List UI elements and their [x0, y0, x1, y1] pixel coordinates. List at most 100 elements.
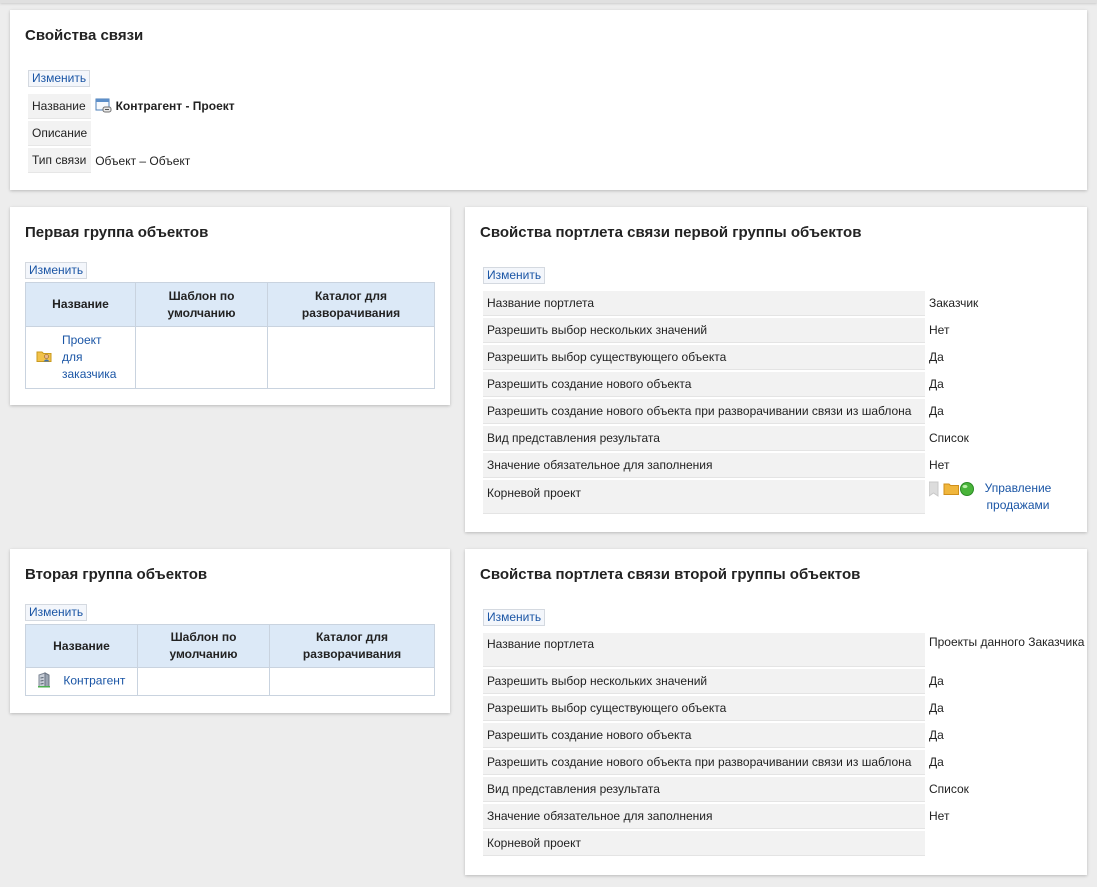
property-value: Да [929, 701, 944, 715]
property-label: Название [28, 94, 92, 119]
name-cell: Проект для заказчика [25, 326, 136, 389]
object-link[interactable]: Проект для заказчика [62, 332, 116, 383]
edit-button[interactable]: Изменить [25, 262, 88, 279]
property-row: Название Контрагент - Проект [28, 94, 237, 119]
table-header-row: Название Шаблон по умолчанию Каталог для… [25, 624, 435, 668]
portlet-properties-table: Название портлета Проекты данного Заказч… [483, 631, 1085, 858]
folder-globe-icon [928, 481, 975, 502]
column-header: Название [25, 624, 138, 668]
property-label: Разрешить выбор нескольких значений [483, 669, 925, 694]
property-row: Разрешить выбор нескольких значений Да [483, 669, 1085, 694]
property-label: Корневой проект [483, 480, 925, 514]
name-cell: Контрагент [25, 667, 138, 696]
property-value [925, 831, 1085, 856]
property-value: Объект – Объект [95, 153, 191, 168]
column-header: Шаблон по умолчанию [137, 624, 270, 668]
column-header: Шаблон по умолчанию [135, 282, 268, 327]
top-bar [0, 0, 1097, 3]
property-row: Вид представления результата Список [483, 426, 1085, 451]
property-value: Список [929, 782, 969, 796]
root-project-link[interactable]: Управление продажами [978, 480, 1058, 514]
property-label: Разрешить создание нового объекта при ра… [483, 399, 925, 424]
building-icon [36, 672, 52, 691]
panel-title: Свойства портлета связи первой группы об… [480, 224, 862, 241]
catalog-cell [267, 326, 435, 389]
property-row: Название портлета Заказчик [483, 291, 1085, 316]
property-value [93, 121, 236, 146]
property-value: Нет [929, 323, 950, 337]
property-label: Тип связи [28, 148, 92, 173]
property-row: Разрешить создание нового объекта Да [483, 372, 1085, 397]
property-value: Список [929, 431, 969, 445]
edit-button[interactable]: Изменить [483, 267, 546, 284]
second-portlet-panel: Свойства портлета связи второй группы об… [465, 549, 1087, 875]
column-header: Название [25, 282, 136, 327]
column-header: Каталог для разворачивания [269, 624, 435, 668]
edit-button[interactable]: Изменить [25, 604, 88, 621]
property-label: Название портлета [483, 633, 925, 667]
property-row: Название портлета Проекты данного Заказч… [483, 633, 1085, 667]
property-row: Разрешить выбор нескольких значений Нет [483, 318, 1085, 343]
property-row: Разрешить создание нового объекта Да [483, 723, 1085, 748]
property-label: Разрешить выбор существующего объекта [483, 345, 925, 370]
property-label: Разрешить создание нового объекта [483, 723, 925, 748]
edit-button[interactable]: Изменить [28, 70, 91, 87]
template-cell [137, 667, 270, 696]
property-label: Разрешить выбор существующего объекта [483, 696, 925, 721]
panel-title: Свойства связи [25, 27, 144, 44]
link-line: заказчика [62, 367, 117, 381]
property-value: Да [929, 350, 944, 364]
property-row: Значение обязательное для заполнения Нет [483, 804, 1085, 829]
property-label: Значение обязательное для заполнения [483, 804, 925, 829]
template-cell [135, 326, 268, 389]
objects-table: Название Шаблон по умолчанию Каталог для… [25, 624, 435, 696]
property-value: Заказчик [929, 296, 979, 310]
property-label: Вид представления результата [483, 777, 925, 802]
link-properties-panel: Свойства связи Изменить Название Контраг… [10, 10, 1087, 190]
property-row: Вид представления результата Список [483, 777, 1085, 802]
property-label: Название портлета [483, 291, 925, 316]
second-group-panel: Вторая группа объектов Изменить Название… [10, 549, 450, 713]
objects-table: Название Шаблон по умолчанию Каталог для… [25, 282, 435, 389]
edit-button[interactable]: Изменить [483, 609, 546, 626]
portlet-properties-table: Название портлета Заказчик Разрешить выбо… [483, 289, 1085, 516]
property-value: Нет [929, 458, 950, 472]
property-value: Контрагент - Проект [93, 94, 236, 119]
property-label: Корневой проект [483, 831, 925, 856]
table-header-row: Название Шаблон по умолчанию Каталог для… [25, 282, 435, 327]
property-value: Управление продажами [925, 480, 1085, 514]
property-value: Да [929, 377, 944, 391]
property-row: Разрешить создание нового объекта при ра… [483, 750, 1085, 775]
object-link[interactable]: Контрагент [63, 674, 125, 688]
property-label: Описание [28, 121, 92, 146]
property-label: Разрешить создание нового объекта [483, 372, 925, 397]
catalog-cell [269, 667, 435, 696]
property-value: Нет [929, 809, 950, 823]
property-row: Разрешить выбор существующего объекта Да [483, 345, 1085, 370]
property-value: Да [929, 728, 944, 742]
property-value: Да [929, 755, 944, 769]
property-row: Значение обязательное для заполнения Нет [483, 453, 1085, 478]
first-group-panel: Первая группа объектов Изменить Название… [10, 207, 450, 405]
property-label: Вид представления результата [483, 426, 925, 451]
property-value: Да [929, 404, 944, 418]
property-row: Описание [28, 121, 237, 146]
property-label: Разрешить выбор нескольких значений [483, 318, 925, 343]
table-row: Проект для заказчика [25, 326, 435, 389]
link-line: Проект [62, 333, 102, 347]
property-row: Тип связи Объект – Объект [28, 148, 237, 173]
link-properties-table: Название Контрагент - Проект Описание Ти… [26, 92, 239, 175]
panel-title: Свойства портлета связи второй группы об… [480, 566, 861, 583]
folder-user-icon [36, 349, 52, 366]
property-label: Значение обязательное для заполнения [483, 453, 925, 478]
property-row: Разрешить создание нового объекта при ра… [483, 399, 1085, 424]
property-row: Корневой проект [483, 831, 1085, 856]
property-value: Проекты данного Заказчика [929, 635, 1085, 649]
link-name-value: Контрагент - Проект [115, 98, 235, 113]
column-header: Каталог для разворачивания [267, 282, 435, 327]
panel-title: Вторая группа объектов [25, 566, 208, 583]
first-portlet-panel: Свойства портлета связи первой группы об… [465, 207, 1087, 532]
property-row: Разрешить выбор существующего объекта Да [483, 696, 1085, 721]
property-label: Разрешить создание нового объекта при ра… [483, 750, 925, 775]
property-row: Корневой проект Управление продажами [483, 480, 1085, 514]
